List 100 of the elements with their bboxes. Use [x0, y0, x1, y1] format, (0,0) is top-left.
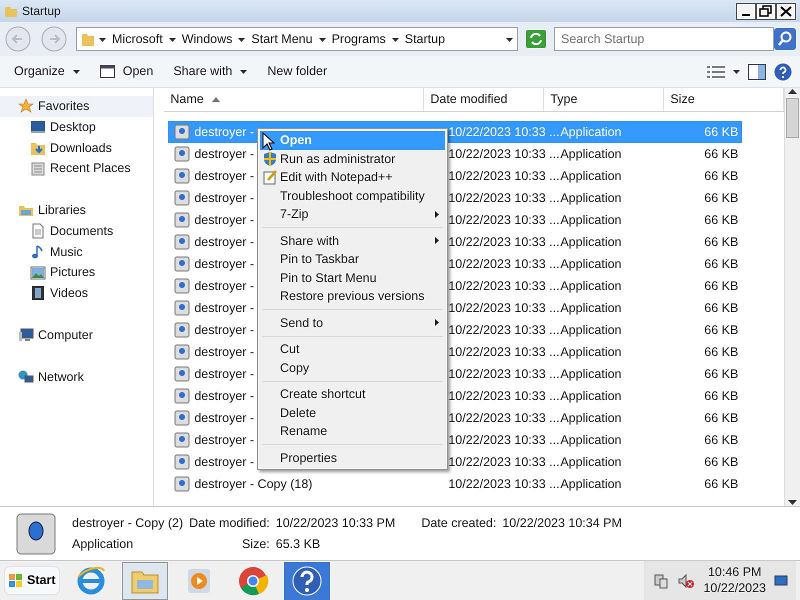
nav-item[interactable]: Videos [50, 284, 88, 303]
toolbar-button[interactable]: New folder [261, 60, 334, 83]
menu-item[interactable]: Delete [260, 404, 445, 422]
type-cell-text: Application [559, 234, 622, 251]
date-cell: 10/22/2023 10:33 ... [448, 124, 560, 139]
window-icon [100, 64, 115, 79]
open-button[interactable]: Open [94, 60, 160, 83]
search-icon[interactable] [774, 28, 796, 50]
caret-icon[interactable] [392, 36, 399, 42]
help-icon [291, 564, 324, 596]
restore-icon[interactable] [756, 2, 776, 20]
type-cell-text: Application [559, 366, 622, 383]
column-header[interactable]: Date modified [424, 88, 544, 111]
application-icon [174, 278, 190, 294]
file-name[interactable]: destroyer - [194, 254, 254, 274]
menu-item[interactable]: Edit with Notepad++ [260, 168, 445, 186]
nav-item[interactable]: Libraries [38, 201, 86, 220]
nav-item[interactable]: Recent Places [50, 159, 131, 178]
breadcrumb-link[interactable]: Microsoft [110, 30, 165, 48]
file-name[interactable]: destroyer - [194, 364, 254, 384]
file-name[interactable]: destroyer - [194, 386, 254, 406]
minimize-icon[interactable] [736, 2, 756, 20]
nav-item[interactable]: Computer [38, 326, 93, 344]
desktop-icon [30, 119, 46, 136]
field-label: Size: [240, 536, 270, 552]
nav-item[interactable]: Documents [50, 222, 114, 240]
caret-icon [240, 68, 248, 75]
menu-item[interactable]: Properties [260, 448, 445, 467]
caret-icon[interactable] [168, 36, 176, 42]
caret-icon[interactable] [506, 36, 513, 42]
date-cell: 10/22/2023 10:33 ... [448, 454, 560, 469]
refresh-icon[interactable] [526, 30, 546, 48]
caret-icon [72, 68, 80, 75]
breadcrumb-link[interactable]: Startup [402, 30, 448, 48]
taskbar-button[interactable] [122, 562, 168, 600]
menu-item[interactable]: Send to [260, 314, 445, 332]
file-name[interactable]: destroyer - [194, 430, 254, 450]
field-label: Date created: [421, 514, 496, 532]
toolbar-button[interactable]: Organize [8, 60, 86, 83]
caret-icon[interactable] [99, 36, 106, 42]
nav-item[interactable]: Network [38, 368, 84, 386]
date-cell: 10/22/2023 10:33 ... [448, 322, 560, 337]
speaker-muted-icon[interactable] [677, 572, 696, 588]
column-header[interactable]: Name [164, 88, 424, 111]
caret-icon[interactable] [733, 68, 740, 75]
column-header[interactable]: Type [544, 88, 664, 111]
breadcrumb-link[interactable]: Windows [180, 30, 234, 48]
close-icon[interactable] [776, 2, 796, 20]
file-name[interactable]: destroyer - [194, 166, 254, 186]
type-cell-text: Application [559, 476, 622, 493]
scrollbar[interactable] [784, 88, 800, 506]
file-name[interactable]: destroyer - [194, 342, 254, 362]
file-name[interactable]: destroyer - [194, 210, 254, 230]
type-cell-text: Application [559, 432, 622, 449]
menu-item[interactable]: Restore previous versions [260, 287, 445, 306]
size-cell-text: 66 KB [703, 366, 740, 383]
application-icon [174, 146, 190, 162]
file-name[interactable]: destroyer - [194, 320, 254, 340]
view-icon[interactable] [707, 64, 725, 78]
date-cell: 10/22/2023 10:33 ... [448, 190, 560, 205]
menu-item[interactable]: Share with [260, 232, 445, 250]
nav-item[interactable]: Desktop [50, 118, 96, 136]
file-name[interactable]: destroyer - [194, 408, 254, 428]
menu-item[interactable]: 7-Zip [260, 205, 445, 224]
menu-item[interactable]: Cut [260, 340, 445, 358]
preview-pane-icon[interactable] [748, 64, 766, 80]
caret-icon[interactable] [318, 36, 326, 42]
file-name[interactable]: destroyer - [194, 232, 254, 252]
size-cell-text: 66 KB [703, 278, 740, 295]
breadcrumb-link[interactable]: Start Menu [249, 30, 315, 48]
menu-item[interactable]: Create shortcut [260, 385, 445, 404]
toolbar-button[interactable]: Share with [167, 60, 254, 83]
file-name[interactable]: destroyer - [194, 298, 254, 318]
file-name[interactable]: destroyer - [194, 452, 254, 472]
file-name[interactable]: destroyer - Copy (18) [194, 474, 312, 494]
nav-item[interactable]: Music [50, 242, 83, 262]
type-cell-text: Application [559, 124, 622, 141]
help-icon[interactable] [774, 62, 792, 80]
application-icon [174, 366, 190, 382]
scroll-thumb[interactable] [786, 98, 800, 138]
window-title: Startup [22, 3, 62, 20]
caret-icon[interactable] [238, 36, 246, 42]
breadcrumb-link[interactable]: Programs [330, 30, 388, 48]
show-desktop-icon[interactable] [774, 574, 788, 588]
menu-item[interactable]: Pin to Start Menu [260, 268, 445, 287]
menu-item[interactable]: Copy [260, 358, 445, 377]
start-button[interactable]: Start [4, 566, 60, 595]
search-field[interactable]: Search Startup [554, 27, 774, 51]
application-icon [174, 388, 190, 404]
network-icon[interactable] [653, 572, 670, 588]
menu-item[interactable]: Pin to Taskbar [260, 250, 445, 268]
nav-item[interactable]: Downloads [50, 138, 112, 158]
taskbar-button[interactable] [284, 562, 330, 600]
nav-item[interactable]: Pictures [50, 263, 96, 282]
file-name[interactable]: destroyer - [194, 276, 254, 296]
menu-item[interactable]: Troubleshoot compatibility [260, 186, 445, 205]
file-name[interactable]: destroyer - [194, 144, 254, 164]
file-name[interactable]: destroyer - [194, 188, 254, 208]
menu-item[interactable]: Rename [260, 422, 445, 440]
menu-item[interactable]: Run as administrator [260, 150, 445, 168]
